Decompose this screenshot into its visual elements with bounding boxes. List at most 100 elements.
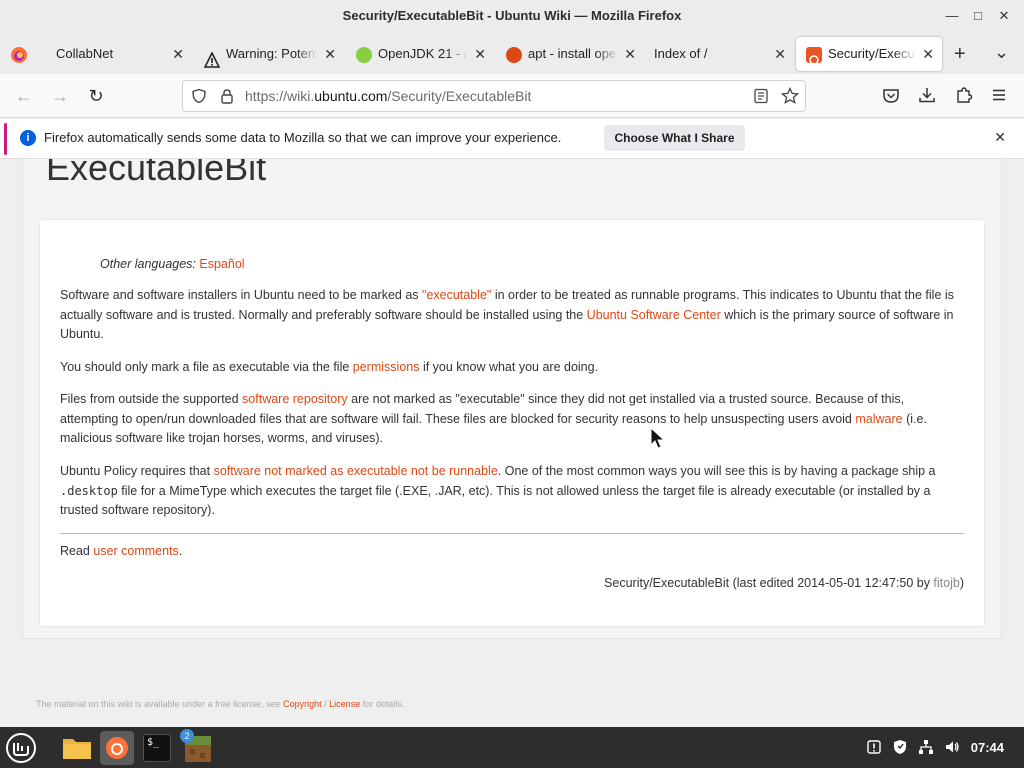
tab-label: CollabNet — [56, 46, 114, 61]
files-folder-icon[interactable] — [60, 731, 94, 765]
tab-close-icon[interactable]: ✕ — [474, 37, 486, 71]
content-card: Other languages: Español Software and so… — [40, 220, 984, 626]
window-titlebar: Security/ExecutableBit - Ubuntu Wiki — M… — [0, 0, 1024, 34]
back-icon[interactable]: ← — [12, 84, 36, 108]
text: ) — [959, 576, 964, 590]
update-manager-icon[interactable] — [866, 739, 882, 755]
permissions-link[interactable]: permissions — [353, 360, 420, 374]
paragraph-ubuntu-policy: Ubuntu Policy requires that software not… — [60, 462, 964, 521]
info-icon: i — [20, 130, 36, 146]
tab-list-icon[interactable]: ⌄ — [994, 38, 1009, 66]
tab-strip: CollabNet ✕ Warning: Potential ✕ OpenJDK… — [0, 34, 1024, 74]
tab-index-of[interactable]: Index of / ✕ — [646, 37, 794, 71]
tab-warning[interactable]: Warning: Potential ✕ — [194, 37, 344, 71]
reload-icon[interactable]: ↻ — [84, 84, 108, 108]
window-title: Security/ExecutableBit - Ubuntu Wiki — M… — [342, 8, 682, 23]
extensions-icon[interactable] — [955, 86, 973, 104]
terminal-icon[interactable]: $_ — [140, 731, 174, 765]
shield-tray-icon[interactable] — [892, 739, 908, 755]
text: Read — [60, 544, 94, 558]
downloads-icon[interactable] — [918, 86, 936, 104]
firefox-view-icon[interactable] — [10, 46, 28, 64]
url-path: /Security/ExecutableBit — [387, 88, 532, 104]
footer-license-note: The material on this wiki is available u… — [36, 699, 404, 709]
text: Security/ExecutableBit (last edited 2014… — [604, 576, 934, 590]
minimize-icon[interactable]: — — [942, 6, 962, 26]
forward-icon[interactable]: → — [48, 84, 72, 108]
user-comments-link[interactable]: user comments — [93, 544, 178, 558]
pocket-icon[interactable] — [882, 87, 900, 105]
new-tab-icon[interactable]: + — [954, 40, 966, 68]
url-text[interactable]: https://wiki.ubuntu.com/Security/Executa… — [245, 81, 531, 111]
page-title: ExecutableBit — [46, 159, 267, 188]
minecraft-icon[interactable]: 2 — [180, 729, 214, 765]
shield-icon[interactable] — [191, 88, 207, 104]
text: Ubuntu Policy requires that — [60, 464, 214, 478]
ubuntu-software-center-link[interactable]: Ubuntu Software Center — [587, 308, 721, 322]
executable-link[interactable]: "executable" — [422, 288, 491, 302]
divider — [60, 533, 964, 534]
text: You should only mark a file as executabl… — [60, 360, 353, 374]
paragraph-outside-repository: Files from outside the supported softwar… — [60, 390, 964, 449]
other-languages: Other languages: Español — [100, 255, 1004, 275]
tab-close-icon[interactable]: ✕ — [172, 37, 184, 71]
tab-openjdk[interactable]: OpenJDK 21 - Arch ✕ — [346, 37, 494, 71]
paragraph-executable-intro: Software and software installers in Ubun… — [60, 286, 964, 345]
text: if you know what you are doing. — [419, 360, 599, 374]
copyright-link[interactable]: Copyright — [283, 699, 322, 709]
text: Files from outside the supported — [60, 392, 243, 406]
warning-icon — [203, 47, 221, 68]
choose-what-i-share-button[interactable]: Choose What I Share — [604, 125, 745, 151]
tab-close-icon[interactable]: ✕ — [774, 37, 786, 71]
text: . — [178, 544, 183, 558]
desktop-file-code: .desktop — [60, 483, 118, 498]
bookmark-star-icon[interactable] — [780, 86, 800, 105]
license-link[interactable]: License — [329, 699, 360, 709]
notification-close-icon[interactable]: ✕ — [994, 119, 1006, 155]
tab-label: Index of / — [654, 46, 708, 61]
data-collection-notification: i Firefox automatically sends some data … — [0, 119, 1024, 159]
other-languages-label: Other languages: — [100, 257, 196, 271]
volume-icon[interactable] — [944, 739, 960, 755]
text: . One of the most common ways you will s… — [497, 464, 936, 478]
clock[interactable]: 07:44 — [971, 727, 1004, 768]
page-viewport[interactable]: ExecutableBit Other languages: Español S… — [0, 159, 1024, 727]
tab-apt-install[interactable]: apt - install openjdk ✕ — [496, 37, 644, 71]
lock-icon[interactable] — [219, 88, 235, 104]
url-domain: ubuntu.com — [314, 88, 388, 104]
terminal-prompt: $_ — [143, 734, 171, 762]
maximize-icon[interactable]: □ — [968, 6, 988, 26]
notification-accent — [4, 123, 7, 155]
tab-close-icon[interactable]: ✕ — [624, 37, 636, 71]
tab-close-icon[interactable]: ✕ — [324, 37, 336, 71]
language-link-espanol[interactable]: Español — [199, 257, 244, 271]
navigation-toolbar: ← → ↻ https://wiki.ubuntu.com/Security/E… — [0, 74, 1024, 118]
tab-security-executablebit[interactable]: Security/ExecutableBit ✕ — [796, 37, 942, 71]
tab-collabnet[interactable]: CollabNet ✕ — [44, 37, 192, 71]
mint-menu-icon[interactable] — [4, 731, 38, 765]
reader-view-icon[interactable] — [753, 88, 769, 104]
page-info: Security/ExecutableBit (last edited 2014… — [604, 574, 964, 594]
network-icon[interactable] — [918, 739, 934, 755]
text: for details. — [360, 699, 405, 709]
text: file for a MimeType which executes the t… — [60, 483, 931, 518]
malware-link[interactable]: malware — [855, 412, 902, 426]
ubuntu-icon — [806, 47, 822, 65]
notification-badge: 2 — [180, 729, 194, 743]
askubuntu-icon — [506, 47, 522, 63]
tab-close-icon[interactable]: ✕ — [922, 37, 934, 71]
taskbar: $_ 2 07:44 — [0, 727, 1024, 768]
url-prefix: https://wiki. — [245, 88, 315, 104]
mouse-cursor-icon — [650, 426, 666, 449]
close-window-icon[interactable]: ✕ — [994, 6, 1014, 26]
address-bar[interactable]: https://wiki.ubuntu.com/Security/Executa… — [182, 80, 806, 112]
firefox-taskbar-icon[interactable] — [100, 731, 134, 765]
paragraph-permissions: You should only mark a file as executabl… — [60, 358, 964, 378]
software-repository-link[interactable]: software repository — [242, 392, 348, 406]
editor-link[interactable]: fitojb — [933, 576, 959, 590]
hamburger-menu-icon[interactable] — [990, 86, 1008, 104]
text: The material on this wiki is available u… — [36, 699, 284, 709]
software-not-runnable-link[interactable]: software not marked as executable not be… — [214, 464, 498, 478]
notification-message: Firefox automatically sends some data to… — [44, 130, 562, 145]
linux-mint-icon — [356, 47, 372, 63]
